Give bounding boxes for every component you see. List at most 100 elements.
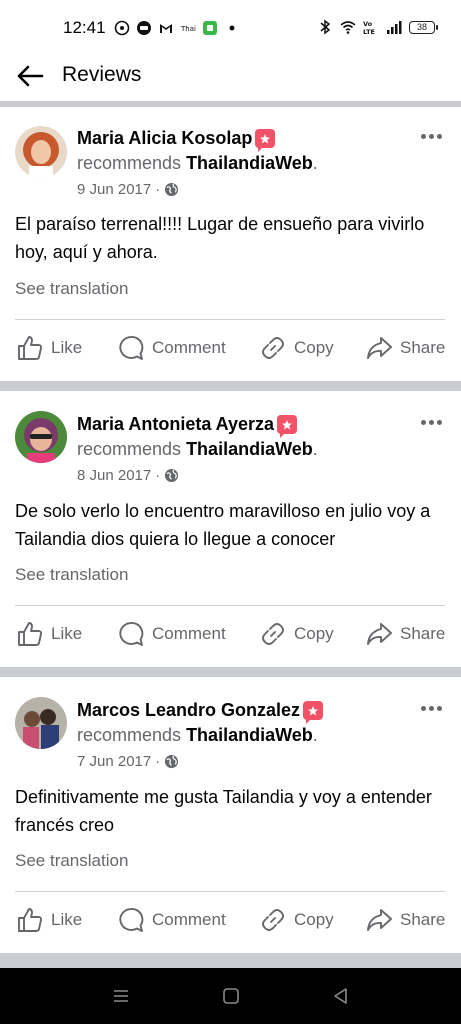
page-name-link[interactable]: ThailandiaWeb [186,153,313,173]
comment-label: Comment [152,338,226,357]
review-date[interactable]: 8 Jun 2017 [77,467,151,484]
back-arrow-icon [17,65,44,87]
recommends-prefix: recommends [77,725,182,745]
see-translation-link[interactable]: See translation [15,851,128,871]
see-translation-link[interactable]: See translation [15,279,128,299]
action-divider [15,605,445,606]
like-button[interactable]: Like [17,907,82,933]
recommends-suffix: . [312,725,318,745]
avatar[interactable] [15,697,67,749]
review-date[interactable]: 9 Jun 2017 [77,181,151,198]
reviewer-name[interactable]: Marcos Leandro Gonzalez [77,700,300,721]
copy-link-icon [262,623,284,645]
green-app-icon [203,21,217,35]
avatar[interactable] [15,411,67,463]
comment-icon [119,622,144,646]
share-button[interactable]: Share [366,621,445,647]
page-name-link[interactable]: ThailandiaWeb [186,439,313,459]
recommends-suffix: . [312,439,318,459]
avatar[interactable] [15,126,67,178]
see-translation-link[interactable]: See translation [15,565,128,585]
svg-text:Vo: Vo [363,20,373,28]
review-text: Definitivamente me gusta Tailandia y voy… [15,787,432,835]
bluetooth-icon [320,19,331,35]
copy-label: Copy [294,338,334,357]
like-icon [18,336,43,360]
reviewer-name[interactable]: Maria Alicia Kosolap [77,128,252,149]
section-divider [0,953,461,968]
share-label: Share [400,624,446,643]
more-options-icon[interactable] [421,701,445,715]
reviewer-name-row: Maria Antonieta Ayerza [77,414,298,438]
thai-app-icon: Thai [180,25,196,33]
copy-link-icon [262,337,284,359]
reviewer-name-row: Maria Alicia Kosolap [77,128,276,152]
comment-button[interactable]: Comment [118,621,226,647]
like-icon [18,908,43,932]
like-label: Like [51,910,83,929]
share-button[interactable]: Share [366,907,445,933]
copy-button[interactable]: Copy [260,907,334,933]
action-divider [15,319,445,320]
globe-icon [165,468,179,483]
like-label: Like [51,338,83,357]
globe-icon [165,182,179,197]
more-options-icon[interactable] [421,415,445,429]
section-divider [0,381,461,391]
copy-label: Copy [294,910,334,929]
svg-text:Thai: Thai [180,25,196,33]
date-row: 8 Jun 2017 · [77,467,179,484]
page-header: Reviews [0,50,461,102]
action-bar: Like Comment Copy Share [0,615,461,655]
date-separator: · [155,181,161,198]
recommends-suffix: . [312,153,318,173]
globe-icon [165,754,179,769]
review-card: Maria Alicia Kosolap recommends Thailand… [0,107,461,381]
share-icon [367,623,392,645]
more-options-icon[interactable] [421,129,445,143]
copy-button[interactable]: Copy [260,335,334,361]
page-title: Reviews [62,63,142,86]
page-name-link[interactable]: ThailandiaWeb [186,725,313,745]
review-card: Maria Antonieta Ayerza recommends Thaila… [0,391,461,667]
system-navigation-bar [0,968,461,1024]
like-button[interactable]: Like [17,621,82,647]
share-icon [367,337,392,359]
volte-icon: VoLTE [363,20,375,35]
share-icon [367,909,392,931]
recommends-prefix: recommends [77,153,182,173]
recommend-badge-icon [255,129,276,152]
back-button[interactable] [14,60,46,92]
more-notifications-icon [229,25,235,31]
recommends-line: recommends ThailandiaWeb. [77,725,318,746]
reviewer-name-row: Marcos Leandro Gonzalez [77,700,324,724]
like-button[interactable]: Like [17,335,82,361]
action-divider [15,891,445,892]
share-label: Share [400,338,446,357]
comment-icon [119,336,144,360]
home-icon[interactable] [221,986,241,1006]
comment-button[interactable]: Comment [118,335,226,361]
system-icons: Vo LTE 38 [317,19,438,35]
comment-button[interactable]: Comment [118,907,226,933]
reviewer-name[interactable]: Maria Antonieta Ayerza [77,414,274,435]
status-bar: 12:41 Thai Vo LTE 38 [0,0,461,56]
copy-label: Copy [294,624,334,643]
status-time: 12:41 [63,18,106,37]
recommend-badge-icon [277,415,298,438]
date-separator: · [155,467,161,484]
wifi-icon [340,21,356,34]
date-separator: · [155,753,161,770]
signal-icon [387,21,402,34]
action-bar: Like Comment Copy Share [0,901,461,941]
comment-label: Comment [152,910,226,929]
copy-button[interactable]: Copy [260,621,334,647]
recommend-badge-icon [303,701,324,724]
recents-menu-icon[interactable] [111,986,131,1006]
review-date[interactable]: 7 Jun 2017 [77,753,151,770]
date-row: 9 Jun 2017 · [77,181,179,198]
battery-indicator: 38 [409,20,438,34]
share-button[interactable]: Share [366,335,445,361]
back-triangle-icon[interactable] [331,986,351,1006]
review-card: Marcos Leandro Gonzalez recommends Thail… [0,677,461,953]
